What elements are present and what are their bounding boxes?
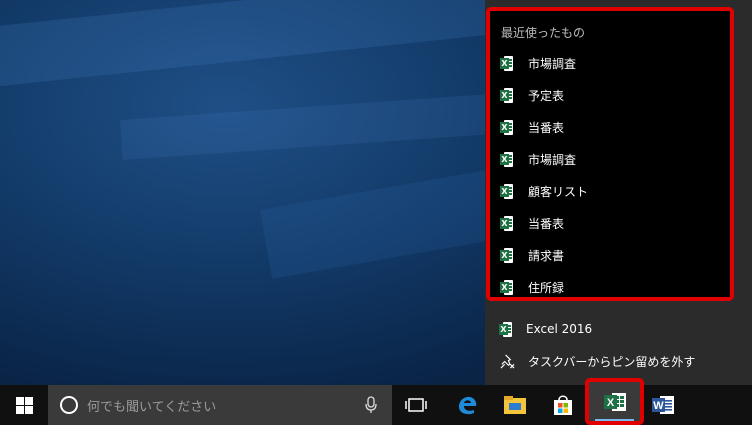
recent-section-title: 最近使ったもの (501, 26, 586, 40)
excel-icon: X (603, 392, 626, 411)
open-excel-app[interactable]: X Excel 2016 (485, 314, 752, 344)
task-view-button[interactable] (392, 385, 440, 425)
search-placeholder: 何でも聞いてください (87, 399, 217, 415)
excel-taskbar-button[interactable]: X (585, 378, 644, 425)
excel-file-icon: X (500, 119, 513, 135)
recent-item[interactable]: X 市場調査 (496, 50, 728, 76)
recent-item[interactable]: X 当番表 (496, 114, 728, 140)
recent-item[interactable]: X 顧客リスト (496, 178, 728, 204)
file-explorer-icon (504, 396, 526, 414)
recent-item-label: 請求書 (528, 248, 565, 263)
recent-item-label: 当番表 (528, 120, 565, 135)
store-button[interactable] (539, 385, 587, 425)
wallpaper-light-beam (0, 0, 524, 90)
unpin-icon (500, 354, 515, 368)
file-explorer-button[interactable] (491, 385, 539, 425)
cortana-icon (60, 396, 78, 414)
recent-item[interactable]: X 請求書 (496, 242, 728, 268)
recent-item-label: 予定表 (528, 88, 565, 103)
store-bag-icon (554, 395, 572, 415)
excel-jump-list: 最近使ったもの X 市場調査 X 予定表 X 当番表 X 市場調査 X 顧客リス… (485, 0, 752, 385)
svg-text:X: X (606, 397, 614, 409)
excel-file-icon: X (500, 215, 513, 231)
recent-item-label: 市場調査 (528, 56, 577, 71)
excel-file-icon: X (500, 151, 513, 167)
start-button[interactable] (0, 385, 48, 425)
excel-file-icon: X (500, 247, 513, 263)
recent-items-section: 最近使ったもの X 市場調査 X 予定表 X 当番表 X 市場調査 X 顧客リス… (486, 7, 734, 301)
search-box[interactable]: 何でも聞いてください (48, 385, 392, 425)
recent-item[interactable]: X 住所録 (496, 274, 728, 300)
recent-item-label: 顧客リスト (528, 184, 589, 199)
unpin-from-taskbar[interactable]: タスクバーからピン留めを外す (485, 346, 752, 376)
recent-item[interactable]: X 予定表 (496, 82, 728, 108)
excel-app-icon: X (499, 321, 512, 337)
edge-icon (459, 396, 477, 415)
microphone-icon[interactable] (364, 396, 378, 414)
word-icon: W (652, 396, 674, 414)
windows-logo-icon (15, 396, 33, 414)
excel-file-icon: X (500, 87, 513, 103)
edge-button[interactable] (443, 385, 491, 425)
excel-file-icon: X (500, 279, 513, 295)
app-name-label: Excel 2016 (526, 322, 593, 336)
excel-file-icon: X (500, 183, 513, 199)
excel-file-icon: X (500, 55, 513, 71)
recent-item-label: 市場調査 (528, 152, 577, 167)
recent-item-label: 当番表 (528, 216, 565, 231)
svg-text:W: W (653, 400, 664, 412)
recent-item[interactable]: X 市場調査 (496, 146, 728, 172)
unpin-label: タスクバーからピン留めを外す (528, 354, 696, 369)
recent-item-label: 住所録 (528, 280, 565, 295)
recent-item[interactable]: X 当番表 (496, 210, 728, 236)
task-view-icon (405, 398, 427, 412)
word-taskbar-button[interactable]: W (639, 385, 687, 425)
